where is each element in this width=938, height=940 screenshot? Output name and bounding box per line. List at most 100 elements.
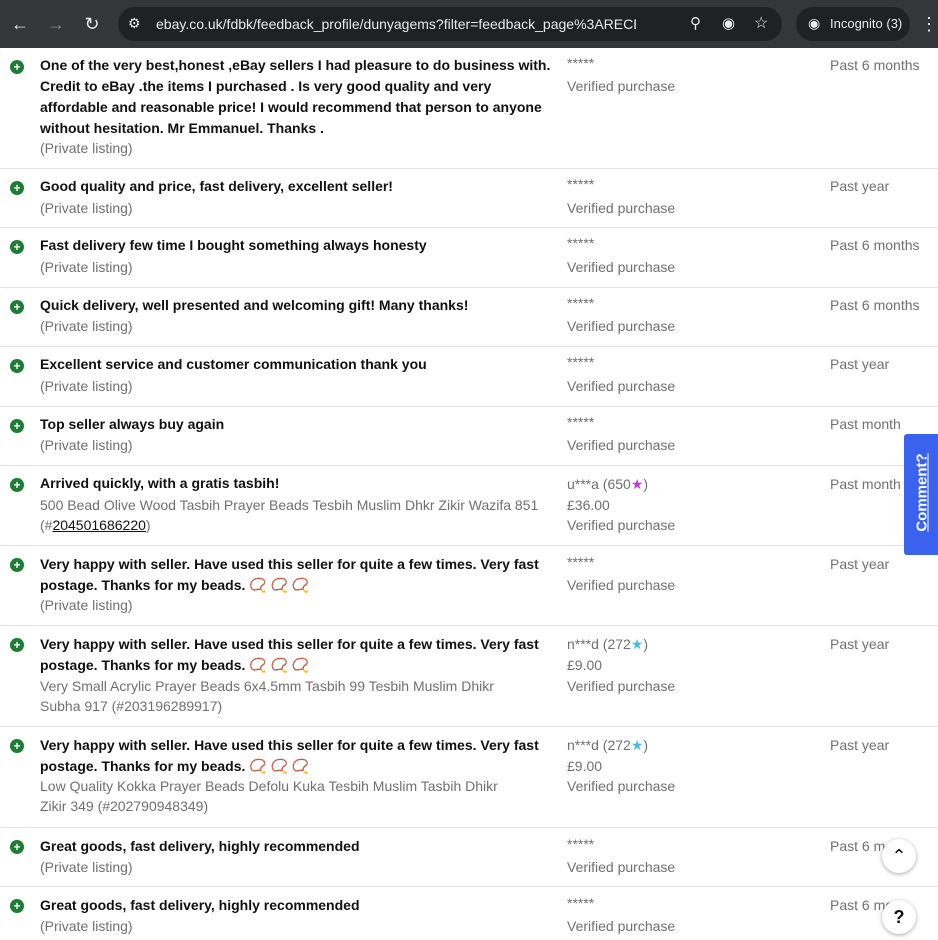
rater-id: ***** bbox=[567, 895, 595, 911]
item-price: £9.00 bbox=[567, 758, 603, 774]
verified-purchase: Verified purchase bbox=[567, 517, 676, 533]
reload-icon[interactable]: ↻ bbox=[80, 12, 104, 36]
rater-id: ***** bbox=[567, 176, 595, 192]
listing-info: (Private listing) bbox=[40, 378, 133, 394]
comment-tab-label: Comment? bbox=[913, 453, 931, 532]
feedback-time: Past month bbox=[830, 416, 901, 432]
rater-id: ***** bbox=[567, 414, 595, 430]
listing-title: 500 Bead Olive Wood Tasbih Prayer Beads … bbox=[40, 497, 539, 513]
site-info-icon[interactable]: ⚙ bbox=[128, 15, 141, 32]
verified-purchase: Verified purchase bbox=[567, 918, 676, 934]
positive-icon: + bbox=[10, 300, 24, 314]
feedback-comment: Fast delivery few time I bought somethin… bbox=[40, 237, 427, 253]
item-number-link[interactable]: 204501686220 bbox=[52, 517, 145, 533]
address-bar[interactable]: ⚙ ebay.co.uk/fdbk/feedback_profile/dunya… bbox=[118, 7, 782, 41]
feedback-comment: Very happy with seller. Have used this s… bbox=[40, 737, 539, 774]
feedback-comment: Very happy with seller. Have used this s… bbox=[40, 636, 539, 673]
rater-name: n***d (272 bbox=[567, 636, 631, 652]
feedback-row: + Excellent service and customer communi… bbox=[0, 347, 938, 407]
feedback-time: Past 6 months bbox=[830, 237, 920, 253]
forward-icon[interactable]: → bbox=[44, 12, 68, 36]
feedback-row: + Fast delivery few time I bought someth… bbox=[0, 228, 938, 288]
rater-id: ***** bbox=[567, 554, 595, 570]
item-number-prefix: (# bbox=[40, 517, 53, 533]
verified-purchase: Verified purchase bbox=[567, 378, 676, 394]
scroll-to-top-button[interactable]: ⌃ bbox=[882, 839, 916, 873]
rater-name: u***a (650 bbox=[567, 476, 631, 492]
help-label: ? bbox=[893, 907, 905, 927]
rater-id: ***** bbox=[567, 354, 595, 370]
positive-icon: + bbox=[10, 181, 24, 195]
comment-tab[interactable]: Comment? bbox=[904, 434, 938, 555]
more-menu-icon[interactable]: ⋮ bbox=[920, 12, 938, 36]
verified-purchase: Verified purchase bbox=[567, 259, 676, 275]
verified-purchase: Verified purchase bbox=[567, 778, 676, 794]
feedback-row: + Great goods, fast delivery, highly rec… bbox=[0, 887, 938, 940]
feedback-comment: Great goods, fast delivery, highly recom… bbox=[40, 897, 360, 913]
feedback-comment: Quick delivery, well presented and welco… bbox=[40, 297, 469, 313]
rater-id: ***** bbox=[567, 295, 595, 311]
verified-purchase: Verified purchase bbox=[567, 318, 676, 334]
feedback-time: Past year bbox=[830, 636, 890, 652]
verified-purchase: Verified purchase bbox=[567, 678, 676, 694]
feedback-time: Past year bbox=[830, 356, 890, 372]
feedback-time: Past 6 months bbox=[830, 297, 920, 313]
url-text: ebay.co.uk/fdbk/feedback_profile/dunyage… bbox=[156, 16, 636, 32]
item-number-suffix: ) bbox=[145, 517, 151, 533]
positive-icon: + bbox=[10, 60, 24, 74]
feedback-row: + Good quality and price, fast delivery,… bbox=[0, 169, 938, 228]
feedback-row: + Quick delivery, well presented and wel… bbox=[0, 288, 938, 347]
rater-suffix: ) bbox=[643, 737, 649, 753]
positive-icon: + bbox=[10, 638, 24, 652]
listing-info: (Private listing) bbox=[40, 318, 133, 334]
feedback-comment: Great goods, fast delivery, highly recom… bbox=[40, 838, 360, 854]
verified-purchase: Verified purchase bbox=[567, 78, 676, 94]
listing-info: 500 Bead Olive Wood Tasbih Prayer Beads … bbox=[40, 495, 560, 535]
search-icon[interactable]: ⚲ bbox=[690, 14, 701, 32]
positive-icon: + bbox=[10, 840, 24, 854]
feedback-comment: Very happy with seller. Have used this s… bbox=[40, 556, 539, 593]
feedback-row: + Very happy with seller. Have used this… bbox=[0, 626, 938, 727]
feedback-comment: One of the very best,honest ,eBay seller… bbox=[40, 57, 551, 136]
listing-info: (Private listing) bbox=[40, 437, 133, 453]
verified-purchase: Verified purchase bbox=[567, 200, 676, 216]
back-icon[interactable]: ← bbox=[8, 12, 32, 36]
listing-info: (Private listing) bbox=[40, 859, 133, 875]
feedback-star-icon: ★ bbox=[630, 737, 644, 753]
listing-info: (Private listing) bbox=[40, 918, 133, 934]
rater-id: ***** bbox=[567, 836, 595, 852]
feedback-time: Past month bbox=[830, 476, 901, 492]
feedback-row: + Top seller always buy again (Private l… bbox=[0, 407, 938, 466]
rater-id: n***d (272★) bbox=[567, 735, 648, 755]
positive-icon: + bbox=[10, 899, 24, 913]
eye-slash-icon[interactable]: ◉ bbox=[722, 14, 735, 32]
positive-icon: + bbox=[10, 359, 24, 373]
chevron-up-icon: ⌃ bbox=[891, 846, 907, 866]
positive-icon: + bbox=[10, 419, 24, 433]
feedback-row: + Great goods, fast delivery, highly rec… bbox=[0, 828, 938, 887]
positive-icon: + bbox=[10, 739, 24, 753]
item-price: £36.00 bbox=[567, 497, 610, 513]
feedback-row: + One of the very best,honest ,eBay sell… bbox=[0, 48, 938, 169]
listing-info: (Private listing) bbox=[40, 259, 133, 275]
feedback-star-icon: ★ bbox=[630, 476, 644, 492]
rater-suffix: ) bbox=[643, 636, 649, 652]
listing-info: Very Small Acrylic Prayer Beads 6x4.5mm … bbox=[40, 678, 494, 714]
rater-id: ***** bbox=[567, 55, 595, 71]
listing-info: Low Quality Kokka Prayer Beads Defolu Ku… bbox=[40, 778, 498, 814]
positive-icon: + bbox=[10, 558, 24, 572]
incognito-badge[interactable]: ◉ Incognito (3) bbox=[796, 7, 910, 41]
verified-purchase: Verified purchase bbox=[567, 437, 676, 453]
star-bookmark-icon[interactable]: ☆ bbox=[754, 13, 768, 33]
rater-name: n***d (272 bbox=[567, 737, 631, 753]
feedback-comment: Excellent service and customer communica… bbox=[40, 356, 427, 372]
listing-info: (Private listing) bbox=[40, 597, 133, 613]
incognito-label: Incognito (3) bbox=[830, 16, 903, 31]
feedback-time: Past year bbox=[830, 556, 890, 572]
listing-info: (Private listing) bbox=[40, 200, 133, 216]
feedback-row: + Arrived quickly, with a gratis tasbih!… bbox=[0, 466, 938, 546]
verified-purchase: Verified purchase bbox=[567, 577, 676, 593]
help-button[interactable]: ? bbox=[882, 900, 916, 934]
feedback-row: + Very happy with seller. Have used this… bbox=[0, 727, 938, 828]
positive-icon: + bbox=[10, 240, 24, 254]
